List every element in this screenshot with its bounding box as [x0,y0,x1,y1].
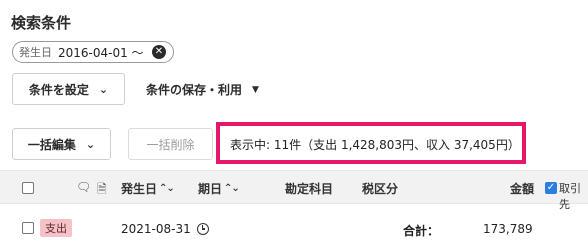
clock-icon [197,223,209,235]
sort-icon: ⌃⌄ [159,183,175,194]
row-date: 2021-08-31 [121,222,191,236]
summary-text: 表示中: 11件（支出 1,428,803円、収入 37,405円） [230,138,520,152]
filter-chip-value: 2016-04-01 〜 [58,45,144,60]
bulk-delete-label: 一括削除 [146,137,195,152]
chevron-down-icon: ⌄ [85,137,96,151]
column-header-date[interactable]: 発生日 ⌃⌄ [121,180,175,197]
column-header-date-label: 発生日 [121,182,158,196]
table-header: 🗨 🗎 発生日 ⌃⌄ 期日 ⌃⌄ 勘定科目 税区分 金額 ✓ 取引先 [0,170,588,211]
bulk-edit-label: 一括編集 [27,137,76,152]
chevron-down-icon: ⌄ [98,82,109,96]
column-header-tax: 税区分 [362,182,399,196]
close-icon[interactable]: ✕ [152,45,166,59]
page-title: 検索条件 [11,14,72,32]
column-header-due-label: 期日 [198,182,223,196]
filter-chip-key: 発生日 [19,46,52,59]
row-total-label: 合計： [403,224,440,238]
save-use-label: 条件の保存・利用 [146,83,243,97]
row-amount: 173,789 [483,222,533,236]
bulk-edit-button[interactable]: 一括編集 ⌄ [12,128,111,160]
column-header-due[interactable]: 期日 ⌃⌄ [198,180,240,197]
column-header-amount: 金額 [510,182,535,196]
expense-badge: 支出 [40,219,72,237]
column-header-account: 勘定科目 [285,182,334,196]
set-conditions-label: 条件を設定 [28,82,89,97]
bulk-delete-button[interactable]: 一括削除 [128,128,213,160]
table-row[interactable]: 支出 2021-08-31 合計： 173,789 [0,205,588,248]
filter-chip-date[interactable]: 発生日 2016-04-01 〜 ✕ [12,41,174,63]
counterparty-column-checkbox[interactable]: ✓ [545,182,557,194]
document-icon: 🗎 [97,182,107,196]
set-conditions-button[interactable]: 条件を設定 ⌄ [12,73,125,105]
save-use-conditions-dropdown[interactable]: 条件の保存・利用 ▼ [146,81,259,98]
caret-down-icon: ▼ [252,84,259,95]
select-all-checkbox[interactable] [22,182,34,194]
comment-icon: 🗨 [76,180,92,194]
sort-icon: ⌃⌄ [224,183,240,194]
row-checkbox[interactable] [22,222,34,234]
